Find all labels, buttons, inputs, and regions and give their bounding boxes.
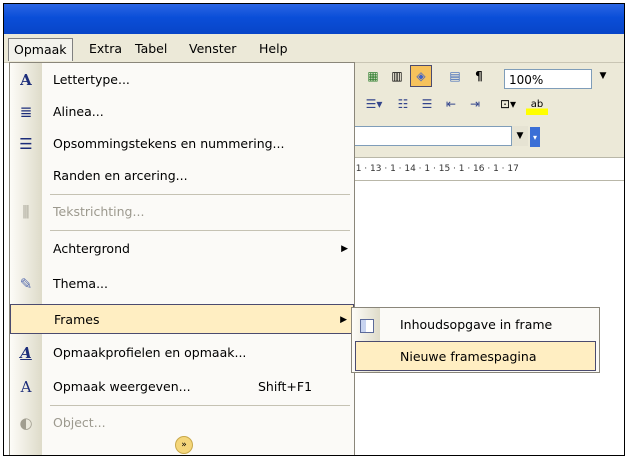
style-box[interactable]: [344, 126, 512, 146]
styles-icon: A: [20, 344, 32, 362]
expand-menu-icon[interactable]: »: [175, 436, 193, 454]
menu-extra[interactable]: Extra: [84, 40, 127, 58]
ruler: · 1 · 13 · 1 · 14 · 1 · 15 · 1 · 16 · 1 …: [344, 157, 624, 181]
text-direction-icon: ⫼: [22, 203, 30, 221]
reveal-formatting-icon: A: [20, 378, 32, 396]
show-hide-icon[interactable]: ¶: [468, 65, 490, 87]
style-dropdown-icon[interactable]: ▼: [512, 126, 528, 146]
menu-item-opmaakprofielen[interactable]: A Opmaakprofielen en opmaak...: [10, 338, 354, 368]
numbering-icon[interactable]: ☷: [392, 93, 414, 115]
frames-submenu: Inhoudsopgave in frame Nieuwe framespagi…: [351, 307, 600, 373]
menu-item-thema[interactable]: ✎ Thema...: [10, 269, 354, 299]
chevron-down-icon[interactable]: ▼: [596, 65, 610, 87]
menu-bar: Opmaak Extra Tabel Venster Help: [4, 34, 624, 63]
increase-indent-icon[interactable]: ⇥: [464, 93, 486, 115]
zoom-box[interactable]: 100%: [504, 69, 592, 89]
style-toolbar: ▼ ▾: [344, 123, 624, 151]
title-bar: [4, 4, 624, 34]
toolbar-area: ▦ ▥ ◈ ▤ ¶ 100% ▼ ☰▾ ☷ ☰ ⇤ ⇥ ⊡▾ ab ▼ ▾: [344, 63, 624, 157]
menu-item-object: ◐ Object...: [10, 408, 354, 438]
toc-frame-icon: [360, 319, 374, 333]
standard-toolbar: ▦ ▥ ◈ ▤ ¶ 100% ▼: [344, 65, 624, 93]
menu-separator: [50, 194, 350, 195]
menu-venster[interactable]: Venster: [184, 40, 241, 58]
border-icon[interactable]: ⊡▾: [494, 93, 522, 115]
menu-item-opsommingstekens[interactable]: ☰ Opsommingstekens en nummering...: [10, 129, 354, 159]
menu-item-opmaak-weergeven[interactable]: A Opmaak weergeven... Shift+F1: [10, 372, 354, 402]
menu-separator: [50, 230, 350, 231]
object-icon: ◐: [19, 414, 33, 432]
bullets-icon: ☰: [19, 135, 33, 153]
decrease-indent-icon[interactable]: ⇤: [440, 93, 462, 115]
submenu-arrow-icon: ▶: [341, 244, 348, 254]
word-window: Opmaak Extra Tabel Venster Help ▦ ▥ ◈ ▤ …: [3, 3, 625, 456]
formatting-toolbar: ☰▾ ☷ ☰ ⇤ ⇥ ⊡▾ ab: [344, 93, 624, 121]
submenu-item-inhoudsopgave[interactable]: Inhoudsopgave in frame: [352, 310, 599, 340]
insert-excel-icon[interactable]: ▦: [362, 65, 384, 87]
menu-item-tekstrichting: ⫼ Tekstrichting...: [10, 197, 354, 227]
opmaak-menu: A Lettertype... ≣ Alinea... ☰ Opsommings…: [9, 62, 355, 455]
font-icon: A: [20, 71, 32, 89]
columns-icon[interactable]: ▥: [386, 65, 408, 87]
bullets-icon[interactable]: ☰: [416, 93, 438, 115]
menu-help[interactable]: Help: [254, 40, 293, 58]
submenu-arrow-icon: ▶: [340, 315, 347, 325]
menu-item-randen[interactable]: Randen en arcering...: [10, 161, 354, 191]
menu-item-alinea[interactable]: ≣ Alinea...: [10, 97, 354, 127]
menu-opmaak[interactable]: Opmaak: [8, 38, 73, 61]
document-map-icon[interactable]: ▤: [444, 65, 466, 87]
menu-item-lettertype[interactable]: A Lettertype...: [10, 65, 354, 95]
line-spacing-icon[interactable]: ☰▾: [362, 93, 386, 115]
menu-separator: [50, 405, 350, 406]
drawing-icon[interactable]: ◈: [410, 65, 432, 87]
highlight-icon[interactable]: ab: [526, 93, 548, 115]
menu-tabel[interactable]: Tabel: [130, 40, 172, 58]
submenu-item-nieuwe-framespagina[interactable]: Nieuwe framespagina: [355, 341, 596, 371]
theme-icon: ✎: [19, 275, 33, 293]
toolbar-options-icon[interactable]: ▾: [530, 127, 540, 147]
menu-item-frames[interactable]: Frames ▶: [10, 304, 354, 334]
menu-item-achtergrond[interactable]: Achtergrond ▶: [10, 234, 354, 264]
paragraph-icon: ≣: [19, 103, 33, 121]
